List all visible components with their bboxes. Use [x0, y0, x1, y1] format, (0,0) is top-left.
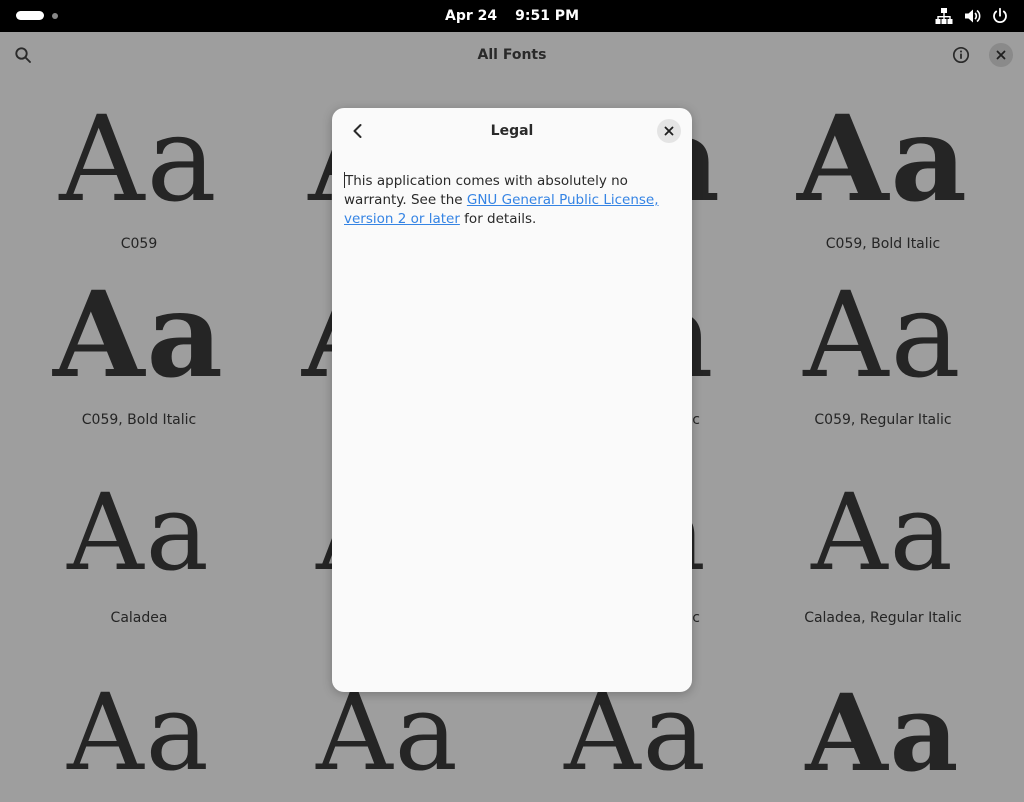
font-sample: Aa — [316, 671, 460, 794]
font-sample: Aa — [59, 90, 219, 228]
app-title: All Fonts — [477, 47, 547, 63]
info-icon — [952, 46, 970, 64]
font-sample: Aa — [564, 671, 708, 794]
font-card[interactable]: Aa C059, Bold Italic — [15, 265, 263, 429]
workspace-dot[interactable] — [52, 12, 58, 19]
font-card[interactable]: Aa — [512, 674, 760, 802]
system-tray[interactable] — [926, 6, 1010, 26]
window-close-button[interactable] — [989, 43, 1013, 67]
font-sample: Aa — [52, 265, 225, 404]
workspace-pill-active[interactable] — [16, 11, 44, 20]
top-bar: Apr 24 9:51 PM — [0, 0, 1024, 32]
network-icon[interactable] — [934, 6, 954, 26]
font-card[interactable]: Aa Caladea — [15, 471, 263, 627]
font-card[interactable]: Aa — [15, 674, 263, 802]
font-card[interactable]: Aa Caladea, Regular Italic — [759, 471, 1007, 627]
font-card[interactable]: Aa C059 — [15, 100, 263, 252]
info-button[interactable] — [949, 43, 973, 67]
app-header: All Fonts — [0, 32, 1024, 78]
volume-icon[interactable] — [962, 6, 982, 26]
font-card[interactable]: Aa — [759, 674, 1007, 802]
app-title-wrap: All Fonts — [0, 32, 1024, 78]
close-icon — [664, 126, 674, 136]
search-icon — [15, 47, 31, 63]
legal-text[interactable]: This application comes with absolutely n… — [344, 172, 684, 229]
font-label: C059, Regular Italic — [814, 412, 952, 428]
legal-text-part-2: for details. — [459, 211, 537, 227]
clock-date[interactable]: Apr 24 — [445, 8, 497, 24]
font-card[interactable]: Aa C059, Regular Italic — [759, 276, 1007, 428]
font-card[interactable]: Aa — [264, 674, 512, 802]
font-label: C059, Bold Italic — [825, 236, 941, 252]
clock-time[interactable]: 9:51 PM — [515, 8, 579, 24]
legal-dialog: Legal This application comes with absolu… — [332, 108, 692, 692]
activities-indicator[interactable] — [16, 11, 58, 20]
dialog-title: Legal — [490, 123, 534, 139]
font-sample: Aa — [805, 670, 961, 795]
power-icon[interactable] — [990, 6, 1010, 26]
font-sample: Aa — [803, 266, 963, 404]
font-label: Caladea, Regular Italic — [804, 610, 962, 626]
font-sample: Aa — [811, 471, 955, 594]
font-label: C059, Bold Italic — [81, 412, 197, 428]
back-button[interactable] — [346, 119, 370, 143]
chevron-left-icon — [353, 124, 362, 138]
close-icon — [989, 43, 1013, 67]
font-card[interactable]: Aa C059, Bold Italic — [759, 89, 1007, 253]
search-button[interactable] — [11, 43, 35, 67]
clock: Apr 24 9:51 PM — [0, 0, 1024, 32]
font-sample: Aa — [67, 671, 211, 794]
dialog-close-button[interactable] — [657, 119, 681, 143]
font-label: Caladea — [110, 610, 168, 626]
font-label: C059 — [120, 236, 158, 252]
font-sample: Aa — [67, 471, 211, 594]
font-sample: Aa — [796, 89, 969, 228]
